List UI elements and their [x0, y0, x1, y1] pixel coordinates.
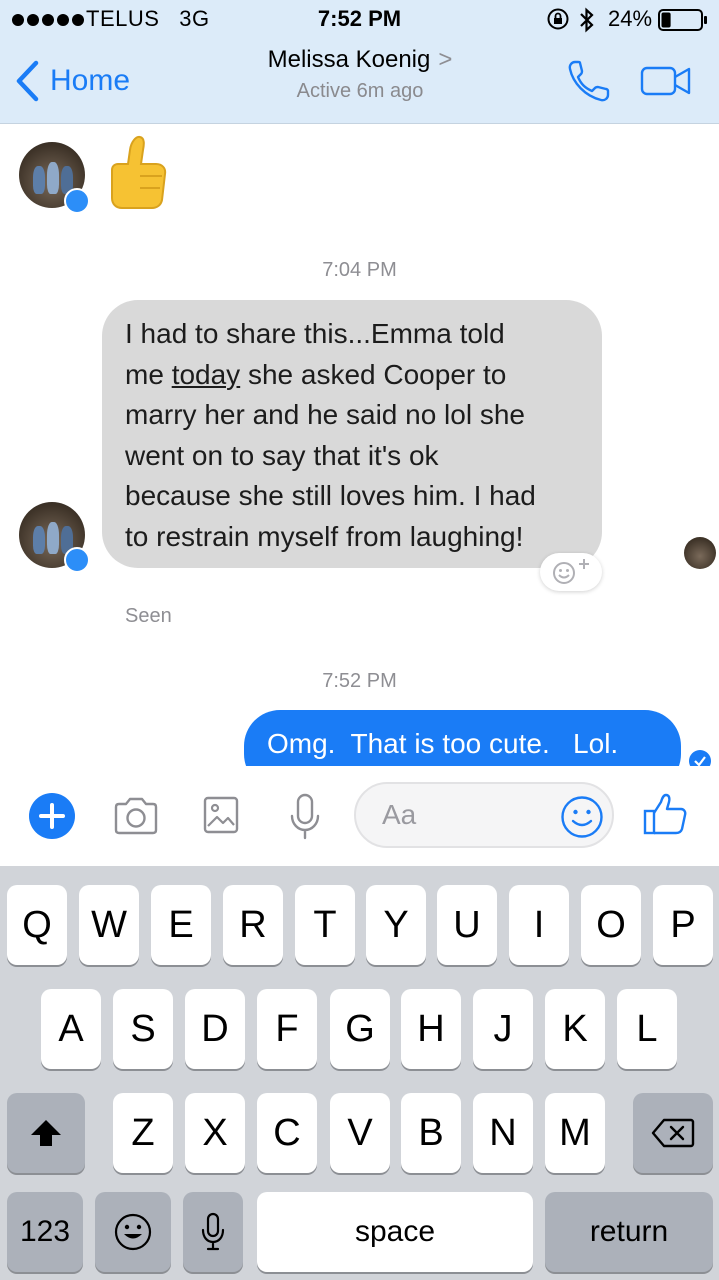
dictation-key[interactable]: [183, 1192, 243, 1272]
return-key[interactable]: return: [545, 1192, 713, 1272]
back-chevron-icon: [16, 60, 39, 102]
conversation-header: TELUS 3G 7:52 PM 24% Home Melissa Koenig…: [0, 0, 719, 124]
shift-key[interactable]: [7, 1093, 85, 1173]
add-reaction-button[interactable]: [540, 553, 602, 591]
key-q[interactable]: Q: [7, 885, 67, 965]
key-h[interactable]: H: [401, 989, 461, 1069]
contact-status: Active 6m ago: [296, 80, 424, 102]
nav-bar: Home Melissa Koenig > Active 6m ago: [0, 40, 719, 124]
read-receipt-avatar: [684, 537, 716, 569]
chevron-right-icon: >: [438, 46, 453, 73]
emoji-icon: [114, 1213, 152, 1251]
key-r[interactable]: R: [223, 885, 283, 965]
camera-icon[interactable]: [112, 794, 160, 836]
video-camera-icon[interactable]: [640, 64, 692, 98]
message-timestamp: 7:04 PM: [322, 259, 397, 281]
battery-percent: 24%: [608, 6, 653, 31]
contact-name: Melissa Koenig: [267, 46, 431, 73]
message-line: marry her and he said no lol she: [125, 399, 525, 430]
bluetooth-icon: [580, 7, 594, 33]
key-x[interactable]: X: [185, 1093, 245, 1173]
microphone-icon[interactable]: [288, 792, 322, 840]
key-k[interactable]: K: [545, 989, 605, 1069]
seen-label: Seen: [125, 605, 172, 627]
back-label: Home: [50, 64, 131, 97]
composer-bar: Aa: [0, 766, 719, 866]
key-s[interactable]: S: [113, 989, 173, 1069]
underlined-word: today: [171, 358, 241, 390]
key-t[interactable]: T: [295, 885, 355, 965]
messenger-badge-icon: [64, 188, 90, 214]
status-bar: TELUS 3G 7:52 PM 24%: [0, 0, 719, 40]
message-line: me today she asked Cooper to: [125, 358, 507, 390]
key-o[interactable]: O: [581, 885, 641, 965]
emoji-keyboard-key[interactable]: [95, 1192, 171, 1272]
key-u[interactable]: U: [437, 885, 497, 965]
key-g[interactable]: G: [330, 989, 390, 1069]
key-z[interactable]: Z: [113, 1093, 173, 1173]
key-a[interactable]: A: [41, 989, 101, 1069]
message-line: I had to share this...Emma told: [125, 318, 505, 349]
message-line: to restrain myself from laughing!: [125, 520, 524, 552]
microphone-icon: [201, 1212, 225, 1251]
shift-arrow-icon: [31, 1120, 61, 1146]
incoming-message-bubble[interactable]: I had to share this...Emma told me today…: [102, 300, 602, 568]
emoji-icon[interactable]: [560, 795, 604, 839]
key-m[interactable]: M: [545, 1093, 605, 1173]
contact-title[interactable]: Melissa Koenig > Active 6m ago: [200, 46, 520, 103]
keyboard: Q W E R T Y U I O P A S D F G H J K L Z …: [0, 866, 719, 1280]
back-button[interactable]: Home: [14, 58, 130, 104]
message-line: because she still loves him. I had: [125, 480, 536, 511]
key-d[interactable]: D: [185, 989, 245, 1069]
space-key[interactable]: space: [257, 1192, 533, 1272]
backspace-icon: [651, 1118, 695, 1148]
key-y[interactable]: Y: [366, 885, 426, 965]
numbers-key[interactable]: 123: [7, 1192, 83, 1272]
key-j[interactable]: J: [473, 989, 533, 1069]
key-n[interactable]: N: [473, 1093, 533, 1173]
thumbs-up-icon[interactable]: [642, 792, 688, 836]
rotation-lock-icon: [547, 8, 569, 30]
message-line: went on to say that it's ok: [125, 439, 439, 471]
battery-icon: [658, 9, 707, 31]
gallery-icon[interactable]: [203, 795, 239, 835]
key-p[interactable]: P: [653, 885, 713, 965]
key-b[interactable]: B: [401, 1093, 461, 1173]
thumbs-up-sticker: [111, 135, 167, 209]
key-e[interactable]: E: [151, 885, 211, 965]
key-f[interactable]: F: [257, 989, 317, 1069]
messenger-badge-icon: [64, 547, 90, 573]
message-timestamp: 7:52 PM: [322, 670, 397, 692]
key-c[interactable]: C: [257, 1093, 317, 1173]
plus-icon[interactable]: [29, 793, 75, 839]
phone-icon[interactable]: [566, 58, 612, 104]
key-w[interactable]: W: [79, 885, 139, 965]
key-l[interactable]: L: [617, 989, 677, 1069]
key-i[interactable]: I: [509, 885, 569, 965]
backspace-key[interactable]: [633, 1093, 713, 1173]
key-v[interactable]: V: [330, 1093, 390, 1173]
